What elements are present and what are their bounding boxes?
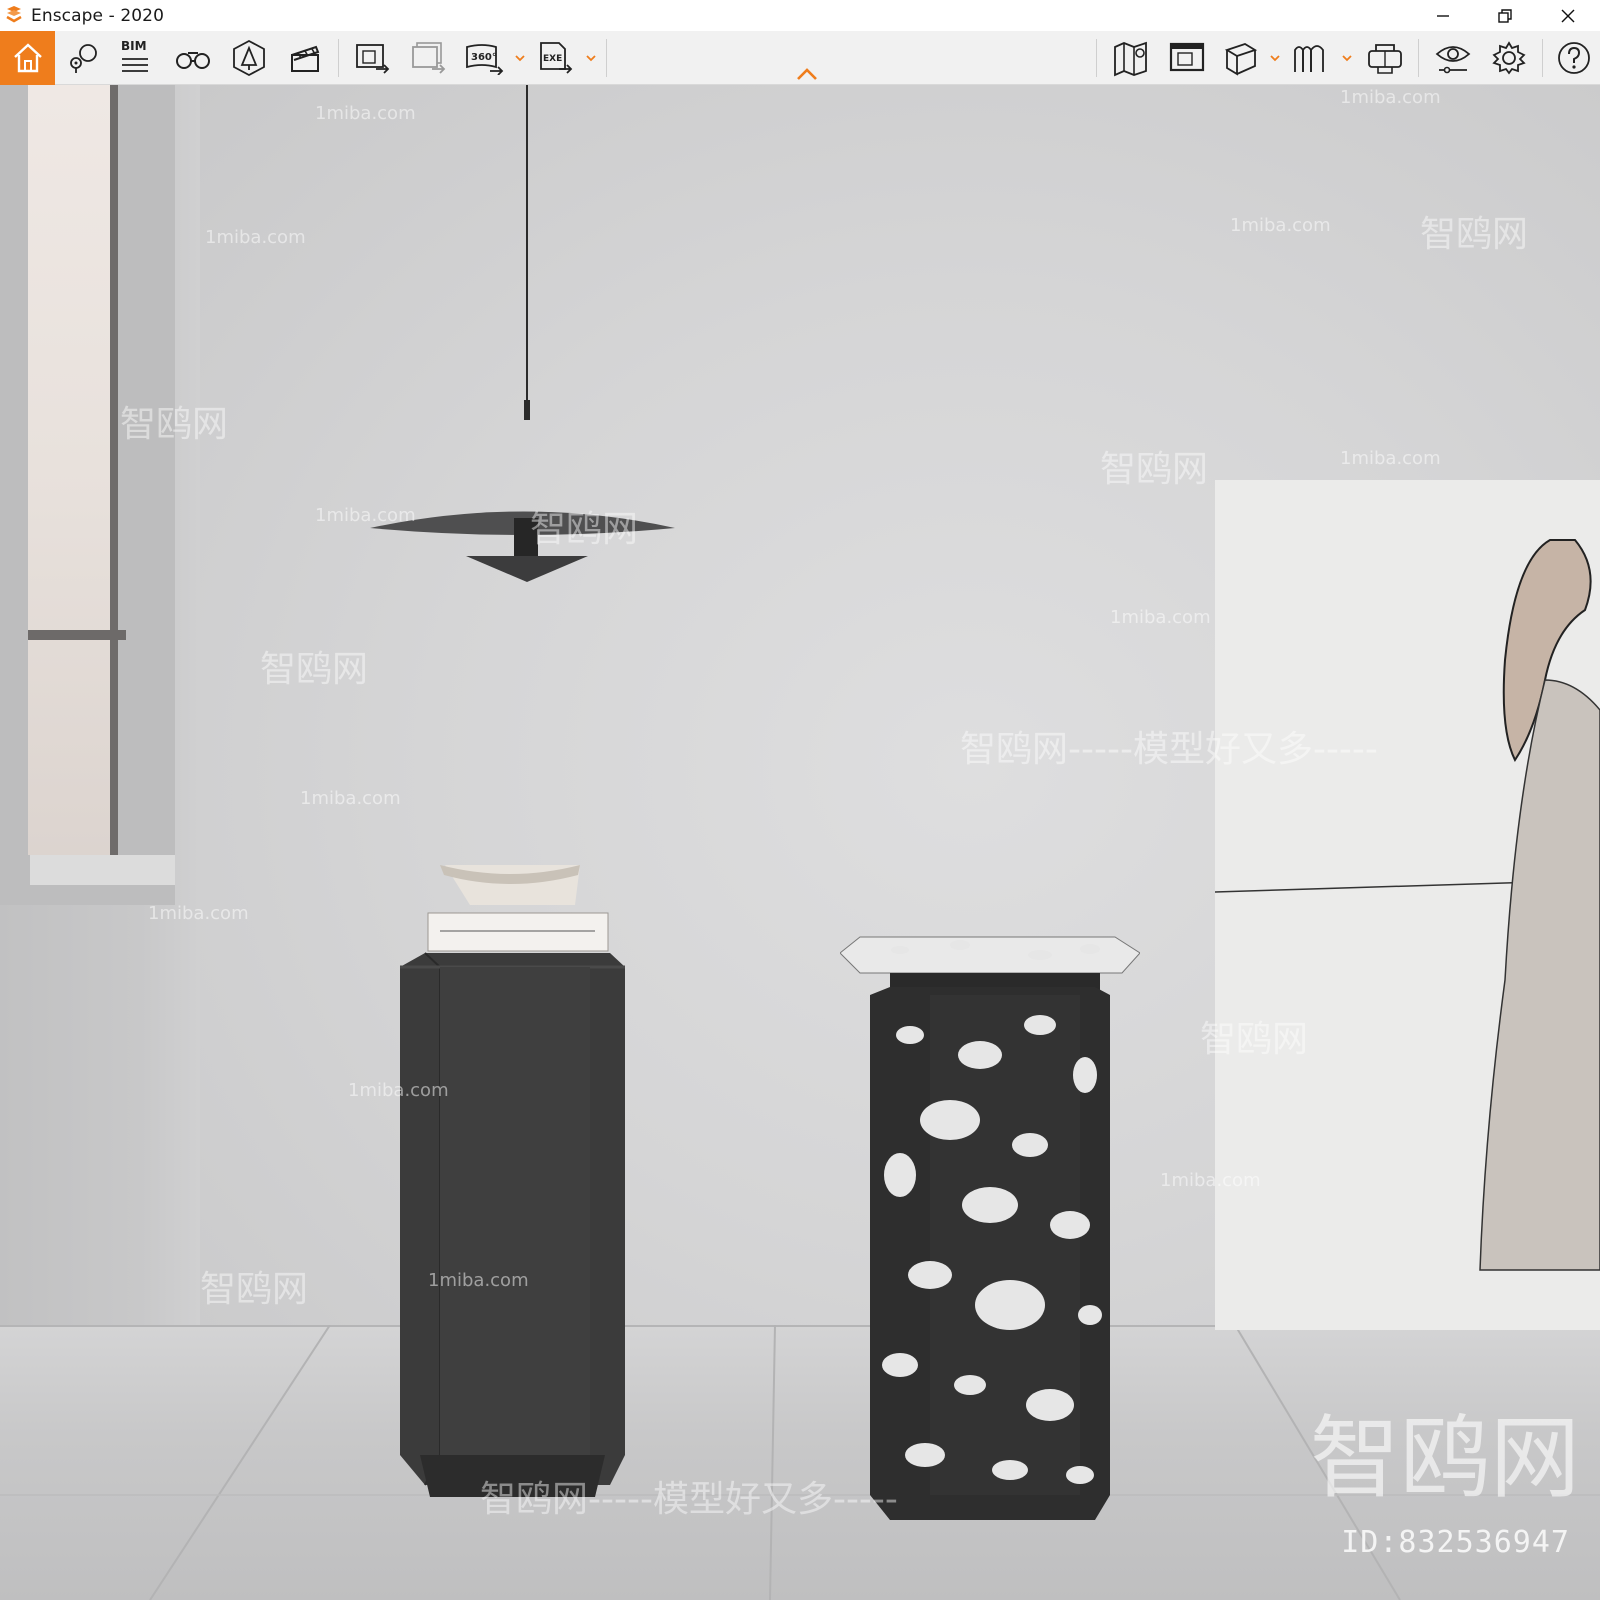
watermark-url: 1miba.com bbox=[300, 788, 401, 809]
views-button[interactable] bbox=[62, 31, 104, 85]
export-360-button[interactable]: 360° bbox=[462, 31, 506, 85]
watermark-url: 1miba.com bbox=[1110, 607, 1211, 628]
gear-icon bbox=[1492, 41, 1526, 75]
svg-text:EXE: EXE bbox=[543, 54, 562, 64]
bim-label: BIM bbox=[121, 39, 147, 53]
chevron-down-icon[interactable] bbox=[513, 51, 527, 65]
chevron-down-icon[interactable] bbox=[584, 51, 598, 65]
enscape-toolbar: BIM 360° EXE bbox=[0, 31, 1600, 85]
watermark-url: 1miba.com bbox=[205, 227, 306, 248]
watermark-url: 1miba.com bbox=[1340, 87, 1441, 108]
chevron-down-icon[interactable] bbox=[1340, 51, 1354, 65]
watermark-brand: 智鸥网 bbox=[200, 1269, 309, 1310]
watermark-brand: 智鸥网 bbox=[1200, 1019, 1309, 1060]
minimap-icon bbox=[1169, 42, 1205, 72]
watermark-url: 1miba.com bbox=[315, 505, 416, 526]
toolbar-separator bbox=[1418, 39, 1419, 77]
export-image-button[interactable] bbox=[350, 31, 396, 85]
map-pin-view-icon bbox=[70, 44, 97, 73]
watermark-brand: 智鸥网 bbox=[260, 649, 369, 690]
batch-export-icon bbox=[412, 42, 446, 74]
watermark-brand: 智鸥网 bbox=[120, 404, 229, 445]
restore-icon bbox=[1498, 8, 1512, 23]
dark-wood-pedestal bbox=[400, 865, 625, 1497]
close-icon bbox=[1561, 9, 1575, 22]
watermark-url: 1miba.com bbox=[148, 903, 249, 924]
watermark-brand: 智鸥网 bbox=[530, 509, 639, 550]
chevron-down-icon[interactable] bbox=[1268, 51, 1282, 65]
window-glass bbox=[28, 85, 118, 855]
window-mullion bbox=[28, 630, 126, 640]
watermark-url: 1miba.com bbox=[348, 1080, 449, 1101]
restore-button[interactable] bbox=[1474, 0, 1536, 31]
export-exe-button[interactable]: EXE bbox=[534, 31, 578, 85]
watermark-slogan: 智鸥网-----模型好又多----- bbox=[960, 729, 1378, 770]
clapperboard-icon bbox=[291, 45, 320, 72]
watermark-url: 1miba.com bbox=[428, 1270, 529, 1291]
enscape-logo-icon bbox=[6, 6, 22, 23]
pendant-lamp bbox=[370, 400, 675, 582]
watermark-url: 1miba.com bbox=[315, 103, 416, 124]
model-id-label: ID:832536947 bbox=[1341, 1525, 1570, 1560]
home-icon bbox=[13, 43, 42, 73]
asset-library-button[interactable] bbox=[226, 31, 272, 85]
home-button[interactable] bbox=[0, 31, 55, 85]
watermark-url: 1miba.com bbox=[1340, 448, 1441, 469]
video-editor-button[interactable] bbox=[282, 31, 328, 85]
asset-library-icon bbox=[233, 39, 265, 77]
watermark-url: 1miba.com bbox=[1160, 1170, 1261, 1191]
window-title: Enscape - 2020 bbox=[31, 6, 164, 26]
wall-artwork bbox=[1214, 480, 1600, 1330]
svg-text:360°: 360° bbox=[471, 52, 497, 63]
visual-settings-button[interactable] bbox=[1430, 31, 1476, 85]
collaborative-annotation-button[interactable] bbox=[1288, 31, 1330, 85]
minimize-icon bbox=[1437, 14, 1449, 17]
toolbar-separator bbox=[1542, 39, 1543, 77]
watermark-url: 1miba.com bbox=[1230, 215, 1331, 236]
hands-icon bbox=[1294, 45, 1324, 72]
export-exe-icon: EXE bbox=[540, 42, 573, 74]
vr-headset-button[interactable] bbox=[1362, 31, 1408, 85]
chevron-up-icon[interactable] bbox=[796, 67, 818, 81]
cube-view-button[interactable] bbox=[1220, 31, 1262, 85]
pendant-cord bbox=[526, 85, 528, 410]
map-button[interactable] bbox=[1108, 31, 1154, 85]
minimize-button[interactable] bbox=[1412, 0, 1474, 31]
watermark-brand: 智鸥网 bbox=[1420, 214, 1529, 255]
export-image-icon bbox=[356, 44, 390, 74]
figure-sketch bbox=[1214, 539, 1600, 1271]
window-sill bbox=[30, 855, 175, 885]
watermark-brand: 智鸥网 bbox=[1100, 449, 1209, 490]
toolbar-separator bbox=[338, 39, 339, 77]
eye-visual-settings-icon bbox=[1435, 46, 1471, 74]
watermark-slogan: 智鸥网-----模型好又多----- bbox=[480, 1479, 898, 1520]
title-bar: Enscape - 2020 bbox=[0, 0, 1600, 31]
help-button[interactable] bbox=[1552, 31, 1596, 85]
export-360-icon: 360° bbox=[466, 44, 504, 75]
vr-headset-icon bbox=[1368, 44, 1402, 74]
close-button[interactable] bbox=[1537, 0, 1599, 31]
watermark-brand-large: 智鸥网 bbox=[1310, 1406, 1580, 1511]
walk-mode-button[interactable] bbox=[170, 31, 216, 85]
render-viewport[interactable]: 智鸥网-----模型好又多----- 智鸥网-----模型好又多----- 智鸥… bbox=[0, 85, 1600, 1600]
minimap-button[interactable] bbox=[1164, 31, 1210, 85]
help-icon bbox=[1558, 42, 1590, 74]
cube-icon bbox=[1224, 43, 1258, 76]
map-icon bbox=[1114, 41, 1147, 77]
batch-export-button[interactable] bbox=[406, 31, 452, 85]
toolbar-separator bbox=[606, 39, 607, 77]
terrazzo-pedestal bbox=[840, 936, 1140, 1520]
binoculars-icon bbox=[176, 52, 210, 69]
settings-button[interactable] bbox=[1486, 31, 1532, 85]
toolbar-separator bbox=[1096, 39, 1097, 77]
